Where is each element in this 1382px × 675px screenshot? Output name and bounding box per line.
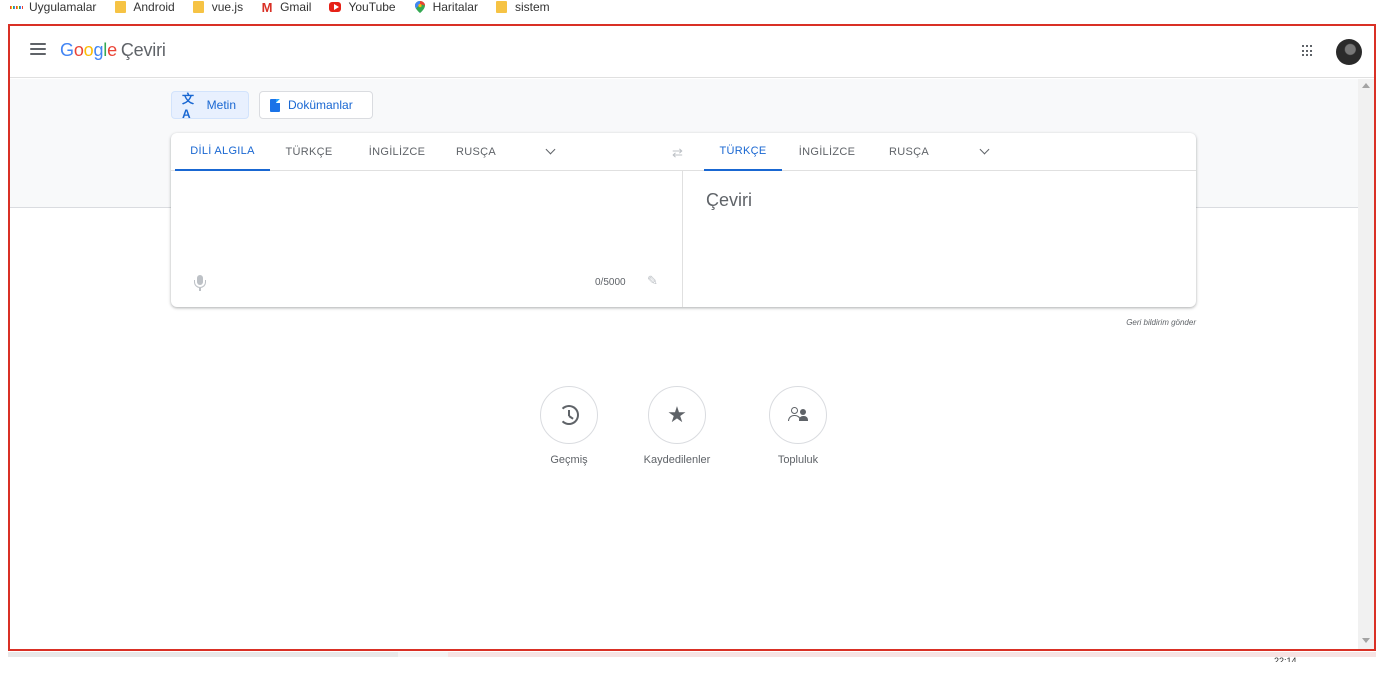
bookmark-label: Haritalar: [432, 0, 478, 14]
vertical-scrollbar[interactable]: [1358, 79, 1374, 649]
taskbar-bar: [8, 652, 1376, 657]
documents-mode-label: Dokümanlar: [288, 98, 353, 112]
community-circle[interactable]: [769, 386, 827, 444]
history-button[interactable]: Geçmiş: [524, 386, 614, 466]
taskbar-strip: 22:14: [0, 652, 1382, 675]
history-icon: [559, 405, 579, 425]
source-lang-detect[interactable]: DİLİ ALGILA: [175, 133, 270, 171]
source-lang-russian[interactable]: RUSÇA: [449, 133, 503, 171]
saved-circle[interactable]: ★: [648, 386, 706, 444]
bookmark-label: Gmail: [280, 0, 312, 14]
product-name: Çeviri: [120, 40, 166, 60]
scroll-up-arrow-icon[interactable]: [1362, 83, 1370, 88]
source-lang-more-chevron-down-icon[interactable]: [545, 146, 555, 156]
taskbar-clock: 22:14: [1274, 656, 1297, 662]
bookmark-vuejs[interactable]: vue.js: [193, 0, 243, 14]
bookmark-gmail[interactable]: M Gmail: [261, 0, 312, 15]
logo-letter: o: [83, 40, 94, 60]
folder-icon: [114, 1, 126, 13]
translation-placeholder: Çeviri: [706, 190, 753, 210]
swap-languages-icon[interactable]: ⇄: [672, 145, 683, 161]
account-avatar[interactable]: [1336, 39, 1362, 65]
target-lang-russian[interactable]: RUSÇA: [877, 133, 941, 171]
community-button[interactable]: Topluluk: [753, 386, 843, 466]
saved-label: Kaydedilenler: [643, 454, 711, 466]
source-lang-turkish[interactable]: TÜRKÇE: [277, 133, 341, 171]
folder-icon: [193, 1, 205, 13]
source-lang-english[interactable]: İNGİLİZCE: [355, 133, 439, 171]
target-lang-english[interactable]: İNGİLİZCE: [789, 133, 865, 171]
google-apps-icon[interactable]: [1302, 45, 1314, 57]
document-icon: [270, 98, 280, 112]
source-text-input[interactable]: 0/5000 ✎: [171, 172, 682, 307]
bookmark-label: Uygulamalar: [29, 0, 97, 14]
target-lang-more-chevron-down-icon[interactable]: [979, 146, 989, 156]
bookmark-maps[interactable]: Haritalar: [414, 0, 478, 14]
google-translate-logo[interactable]: Google Çeviri: [60, 40, 166, 61]
send-feedback-link[interactable]: Geri bildirim gönder: [1110, 318, 1196, 327]
community-label: Topluluk: [777, 454, 819, 466]
history-circle[interactable]: [540, 386, 598, 444]
bookmark-apps[interactable]: Uygulamalar: [10, 0, 96, 14]
translate-page-frame: Google Çeviri 文A Metin Dokümanlar DİLİ AL…: [8, 24, 1376, 651]
bookmark-label: Android: [133, 0, 175, 14]
pencil-icon[interactable]: ✎: [647, 273, 658, 289]
bookmarks-bar: Uygulamalar Android vue.js M Gmail YouTu…: [0, 0, 1382, 15]
maps-icon: [414, 1, 426, 13]
menu-icon[interactable]: [30, 43, 46, 55]
text-mode-label: Metin: [206, 98, 236, 112]
character-count: 0/5000: [595, 277, 626, 288]
bookmark-android[interactable]: Android: [114, 0, 175, 14]
scroll-down-arrow-icon[interactable]: [1362, 638, 1370, 643]
translate-card: DİLİ ALGILA TÜRKÇE İNGİLİZCE RUSÇA ⇄ TÜR…: [171, 133, 1196, 307]
star-icon: ★: [667, 402, 687, 427]
documents-mode-button[interactable]: Dokümanlar: [259, 91, 373, 119]
translate-icon: 文A: [182, 91, 195, 121]
saved-button[interactable]: ★ Kaydedilenler: [632, 386, 722, 466]
gmail-icon: M: [261, 0, 273, 15]
bookmark-youtube[interactable]: YouTube: [329, 0, 396, 14]
bookmark-label: vue.js: [211, 0, 244, 14]
logo-letter: G: [60, 40, 74, 60]
bookmark-label: YouTube: [348, 0, 396, 14]
bookmark-label: sistem: [514, 0, 550, 14]
target-lang-turkish[interactable]: TÜRKÇE: [704, 133, 782, 171]
folder-icon: [496, 1, 508, 13]
text-mode-button[interactable]: 文A Metin: [171, 91, 249, 121]
logo-letter: e: [107, 40, 117, 60]
translation-output: Çeviri: [683, 172, 1196, 307]
microphone-icon[interactable]: [193, 275, 207, 291]
youtube-icon: [329, 1, 342, 13]
bookmark-sistem[interactable]: sistem: [496, 0, 550, 14]
community-icon: [788, 407, 808, 423]
language-bar: DİLİ ALGILA TÜRKÇE İNGİLİZCE RUSÇA ⇄ TÜR…: [171, 133, 1196, 171]
app-header: Google Çeviri: [10, 26, 1374, 78]
history-label: Geçmiş: [550, 454, 588, 466]
apps-icon: [10, 1, 22, 13]
logo-letter: o: [73, 40, 84, 60]
logo-letter: g: [93, 40, 104, 60]
